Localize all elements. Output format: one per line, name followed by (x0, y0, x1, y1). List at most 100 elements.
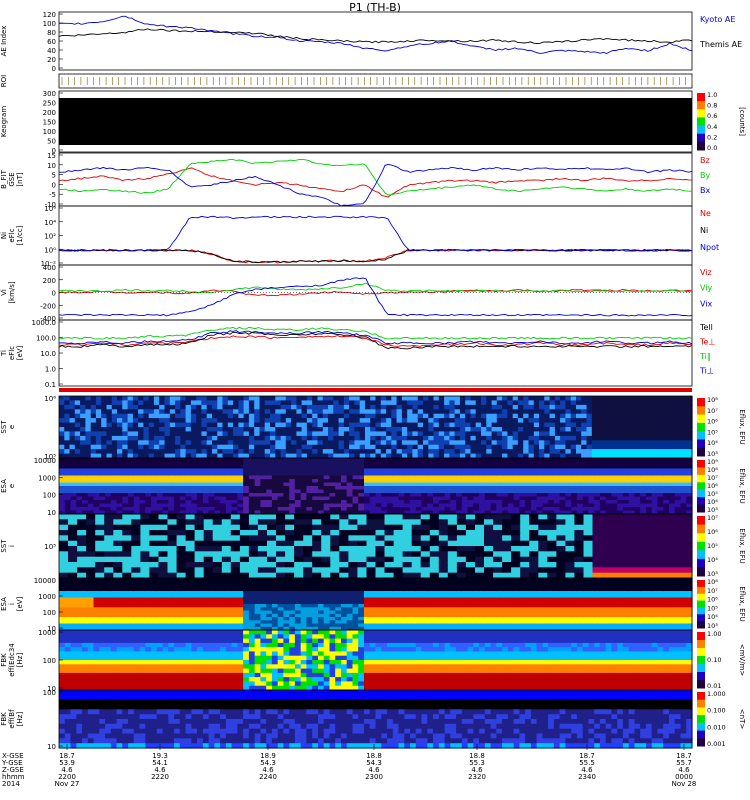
spectrogram-cell (341, 475, 348, 480)
spectrogram-cell (456, 540, 467, 547)
spectrogram-cell (417, 435, 424, 441)
spectrogram-cell (470, 413, 477, 419)
spectrogram-cell (444, 427, 450, 432)
spectrogram-cell (59, 486, 66, 491)
spectrogram-cell (82, 458, 89, 463)
spectrogram-cell (271, 500, 279, 505)
spectrogram-cell (444, 440, 450, 446)
spectrogram-cell (386, 413, 392, 419)
spectrogram-cell (175, 418, 181, 424)
spectrogram-cell (335, 458, 342, 463)
spectrogram-cell (387, 500, 394, 505)
spectrogram-cell (99, 489, 106, 494)
spectrogram-cell (260, 468, 267, 473)
spectrogram-cell (586, 409, 593, 415)
spectrogram-cell (664, 535, 675, 542)
spectrogram-cell (153, 400, 160, 406)
spectrogram-cell (429, 530, 440, 536)
spectrogram-cell (617, 493, 624, 498)
spectrogram-cell (523, 409, 530, 415)
spectrogram-cell (238, 427, 245, 432)
spectrogram-cell (283, 486, 290, 491)
spectrogram-cell (387, 461, 394, 466)
spectrogram-cell (335, 472, 342, 477)
spectrogram-cell (74, 449, 81, 455)
spectrogram-cell (194, 514, 205, 520)
spectrogram-cell (201, 409, 208, 415)
spectrogram-cell (450, 458, 457, 463)
spectrogram-cell (64, 409, 71, 415)
spectrogram-cell (254, 427, 261, 432)
spectrogram-cell (401, 418, 408, 424)
spectrogram-cell (153, 396, 160, 401)
spectrogram-cell (312, 431, 319, 437)
spectrogram-cell (398, 475, 405, 480)
spectrogram-cell (605, 465, 613, 470)
spectrogram-cell (588, 496, 595, 501)
spectrogram-cell (628, 546, 639, 552)
spectrogram-cell (622, 500, 630, 505)
spectrogram-cell (484, 519, 494, 526)
spectrogram-cell (339, 567, 349, 574)
spectrogram-cell (197, 468, 204, 473)
spectrogram-cell (511, 540, 521, 547)
spectrogram-cell (111, 440, 118, 446)
spectrogram-cell (444, 444, 450, 450)
spectrogram-cell (221, 535, 232, 542)
spectrogram-cell (122, 396, 129, 401)
spectrogram-cell (502, 400, 508, 406)
spectrogram-cell (375, 507, 382, 512)
spectrogram-cell (467, 489, 474, 494)
spectrogram-cell (660, 413, 667, 419)
spectrogram-cell (475, 444, 482, 450)
spectrogram-cell (359, 418, 366, 424)
spectrogram-cell (323, 465, 331, 470)
spectrogram-cell (646, 458, 653, 463)
spectrogram-cell (113, 524, 123, 531)
spectrogram-cell (634, 427, 640, 432)
spectrogram-cell (381, 500, 388, 505)
spectrogram-cell (237, 461, 244, 466)
spectrogram-cell (260, 465, 267, 470)
spectrogram-cell (513, 496, 520, 501)
spectrogram-cell (366, 524, 377, 531)
spectrogram-cell (196, 444, 203, 450)
spectrogram-cell (318, 458, 325, 463)
spectrogram-cell (599, 489, 607, 494)
spectrogram-cell (618, 435, 625, 441)
spectrogram-cell (329, 496, 336, 501)
spectrogram-cell (525, 482, 532, 487)
spectrogram-cell (433, 427, 440, 432)
spectrogram-cell (346, 500, 354, 505)
spectrogram-cell (156, 500, 164, 505)
spectrogram-cell (225, 507, 233, 512)
spectrogram-cell (208, 472, 215, 477)
spectrogram-cell (576, 444, 582, 450)
spectrogram-cell (433, 400, 440, 406)
spectrogram-cell (676, 440, 683, 446)
spectrogram-cell (576, 396, 582, 401)
spectrogram-cell (220, 503, 227, 508)
spectrogram-cell (248, 396, 255, 401)
spectrogram-cell (542, 468, 549, 473)
spectrogram-cell (427, 472, 434, 477)
spectrogram-cell (122, 546, 132, 552)
spectrogram-cell (465, 440, 472, 446)
spectrogram-cell (76, 479, 83, 484)
spectrogram-cell (357, 530, 367, 536)
spectrogram-cell (343, 400, 350, 406)
spectrogram-cell (465, 396, 472, 401)
spectrogram-cell (190, 449, 197, 455)
spectrogram-cell (673, 524, 684, 531)
spectrogram-cell (591, 435, 598, 441)
spectrogram-cell (553, 493, 561, 498)
spectrogram-cell (254, 422, 261, 428)
spectrogram-cell (291, 418, 297, 424)
spectrogram-cell (238, 396, 245, 401)
spectrogram-cell (233, 409, 239, 415)
spectrogram-cell (122, 475, 129, 480)
spectrogram-cell (486, 396, 493, 401)
spectrogram-cell (148, 422, 155, 428)
spectrogram-cell (227, 400, 234, 406)
spectrogram-cell (328, 422, 334, 428)
